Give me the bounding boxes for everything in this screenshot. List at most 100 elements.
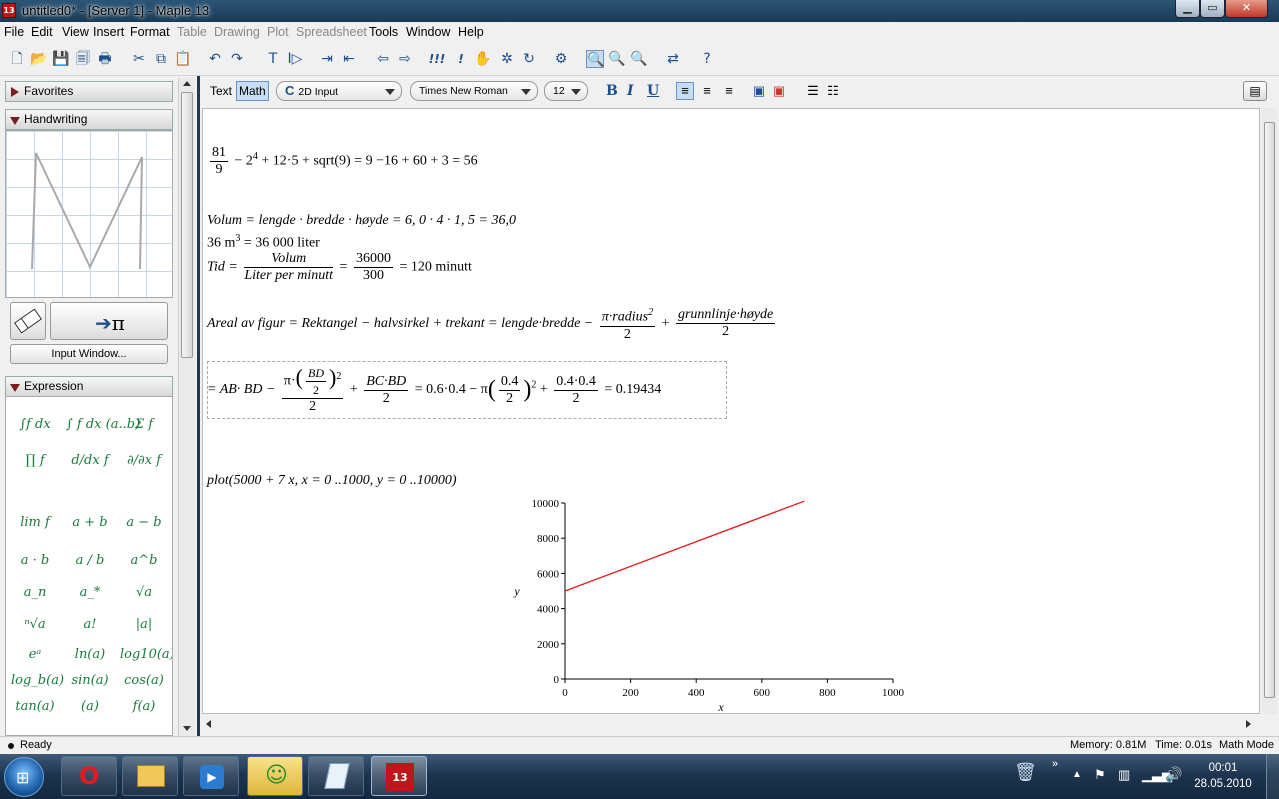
recycle-bin-icon[interactable]: 🗑	[1014, 762, 1037, 783]
menu-spreadsheet[interactable]: Spreadsheet	[296, 25, 367, 39]
paste-icon[interactable]: 📋	[174, 50, 192, 68]
menu-plot[interactable]: Plot	[267, 25, 289, 39]
document-vertical-scrollbar[interactable]	[1262, 108, 1277, 714]
align-left-icon[interactable]: ≡	[676, 82, 694, 100]
numbered-list-icon[interactable]: ☷	[824, 82, 842, 100]
math-expression-3[interactable]: 36 m3 = 36 000 liter	[207, 233, 320, 252]
math-expression-2[interactable]: Volum = lengde · bredde · høyde = 6, 0 ·…	[207, 213, 516, 229]
expression-template-2-1[interactable]: a + b	[66, 515, 114, 530]
input-window-button[interactable]: Input Window...	[10, 344, 168, 364]
scroll-left-icon[interactable]	[206, 720, 211, 728]
zoom-150-icon[interactable]: 🔍	[608, 50, 626, 68]
redo-icon[interactable]: ↷	[228, 50, 246, 68]
execute-all-icon[interactable]: !	[452, 50, 470, 68]
expression-palette-header[interactable]: Expression	[5, 376, 173, 397]
outdent-icon[interactable]: ⇤	[340, 50, 358, 68]
expression-template-4-0[interactable]: a_n	[11, 585, 59, 600]
execute-icon[interactable]: !!!	[428, 50, 446, 68]
undo-icon[interactable]: ↶	[206, 50, 224, 68]
taskbar-explorer[interactable]	[122, 756, 178, 796]
expression-template-8-1[interactable]: (a)	[66, 699, 114, 714]
handwriting-convert-button[interactable]: ➔π	[50, 302, 168, 340]
scroll-up-icon[interactable]	[183, 81, 191, 86]
math-expression-5[interactable]: Areal av figur = Rektangel − halvsirkel …	[207, 305, 778, 343]
expression-template-1-2[interactable]: ∂/∂x f	[120, 453, 168, 468]
save-icon[interactable]: 💾	[52, 50, 70, 68]
document-horizontal-scrollbar[interactable]	[202, 716, 1260, 732]
menu-window[interactable]: Window	[406, 25, 450, 39]
input-type-select[interactable]: C 2D Input	[276, 81, 402, 101]
menu-tools[interactable]: Tools	[369, 25, 398, 39]
favorites-palette-header[interactable]: Favorites	[5, 81, 173, 102]
plot-command[interactable]: plot(5000 + 7 x, x = 0 ..1000, y = 0 ..1…	[207, 473, 457, 489]
expression-template-4-1[interactable]: a_*	[66, 585, 114, 600]
maple-app-icon[interactable]: 13	[2, 3, 16, 18]
document-view-icon[interactable]: ▤	[1243, 81, 1267, 101]
menu-view[interactable]: View	[62, 25, 89, 39]
expression-template-0-1[interactable]: ∫ f dx (a..b)	[66, 417, 140, 432]
toggle-icon[interactable]: ⇄	[664, 50, 682, 68]
expression-template-3-0[interactable]: a · b	[11, 553, 59, 568]
math-mode-button[interactable]: Math	[236, 81, 269, 101]
eraser-button[interactable]	[10, 302, 46, 340]
new-icon[interactable]: 🗋	[8, 50, 26, 68]
taskbar-clock[interactable]: 00:01 28.05.2010	[1183, 760, 1263, 792]
region-icon[interactable]: ▣	[750, 82, 768, 100]
text-mode-button[interactable]: Text	[210, 84, 232, 98]
scroll-right-icon[interactable]	[1246, 720, 1251, 728]
zoom-100-icon[interactable]: 🔍	[586, 50, 604, 68]
handwriting-palette-header[interactable]: Handwriting	[5, 109, 173, 130]
print-preview-icon[interactable]: 🗐	[74, 50, 92, 68]
restart-icon[interactable]: ↻	[520, 50, 538, 68]
cut-icon[interactable]: ✂	[130, 50, 148, 68]
menu-table[interactable]: Table	[177, 25, 207, 39]
expression-template-1-0[interactable]: ∏ f	[11, 453, 59, 468]
menu-edit[interactable]: Edit	[31, 25, 53, 39]
menu-file[interactable]: File	[4, 25, 24, 39]
math-expression-6[interactable]: = AB· BD − π·(BD 2)2 2 + BC·BD 2 = 0.6·0.4 …	[207, 365, 661, 415]
italic-button[interactable]: I	[627, 83, 634, 99]
expression-template-5-1[interactable]: a!	[66, 617, 114, 632]
expression-template-4-2[interactable]: √a	[120, 585, 168, 600]
text-icon[interactable]: T	[264, 50, 282, 68]
show-desktop-button[interactable]	[1266, 754, 1279, 799]
expression-template-8-2[interactable]: f(a)	[120, 699, 168, 714]
align-center-icon[interactable]: ≡	[698, 82, 716, 100]
help-icon[interactable]: ?	[698, 50, 716, 68]
expression-template-6-1[interactable]: ln(a)	[66, 647, 114, 662]
back-icon[interactable]: ⇦	[374, 50, 392, 68]
expression-template-7-0[interactable]: log_b(a)	[11, 673, 64, 688]
menu-format[interactable]: Format	[130, 25, 170, 39]
expression-template-7-1[interactable]: sin(a)	[66, 673, 114, 688]
color-icon[interactable]: ▣	[770, 82, 788, 100]
stop-icon[interactable]: ✋	[474, 50, 492, 68]
show-hidden-icons[interactable]: ▲	[1072, 769, 1082, 780]
scroll-down-icon[interactable]	[183, 726, 191, 731]
underline-button[interactable]: U	[647, 83, 659, 99]
expression-template-3-2[interactable]: a^b	[120, 553, 168, 568]
taskbar-media-player[interactable]: ▶	[183, 756, 239, 796]
taskbar-maple[interactable]: 13	[371, 756, 427, 796]
print-icon[interactable]: 🖶	[96, 50, 114, 68]
align-right-icon[interactable]: ≡	[720, 82, 738, 100]
expression-template-7-2[interactable]: cos(a)	[120, 673, 168, 688]
taskbar-opera[interactable]: O	[61, 756, 117, 796]
font-select[interactable]: Times New Roman	[410, 81, 538, 101]
bullet-list-icon[interactable]: ☰	[804, 82, 822, 100]
expression-template-2-0[interactable]: lim f	[11, 515, 59, 530]
expression-template-1-1[interactable]: d/dx f	[66, 453, 114, 468]
expression-template-5-0[interactable]: ⁿ√a	[11, 617, 59, 632]
expression-template-0-0[interactable]: ∫f dx	[11, 417, 59, 432]
forward-icon[interactable]: ⇨	[396, 50, 414, 68]
debug-icon[interactable]: ✲	[498, 50, 516, 68]
taskbar-notepad[interactable]	[308, 756, 364, 796]
tray-expand-icon[interactable]: »	[1052, 758, 1058, 770]
taskbar-messenger[interactable]: ☺	[247, 756, 303, 796]
open-icon[interactable]: 📂	[30, 50, 48, 68]
plot-region[interactable]: 0 200 400 600 800 10000200040006000800010000x…	[503, 493, 923, 714]
handwriting-canvas[interactable]	[5, 130, 173, 298]
math-prompt-icon[interactable]: I▷	[286, 50, 304, 68]
indent-icon[interactable]: ⇥	[318, 50, 336, 68]
expression-template-3-1[interactable]: a / b	[66, 553, 114, 568]
start-button[interactable]: ⊞	[4, 757, 44, 797]
